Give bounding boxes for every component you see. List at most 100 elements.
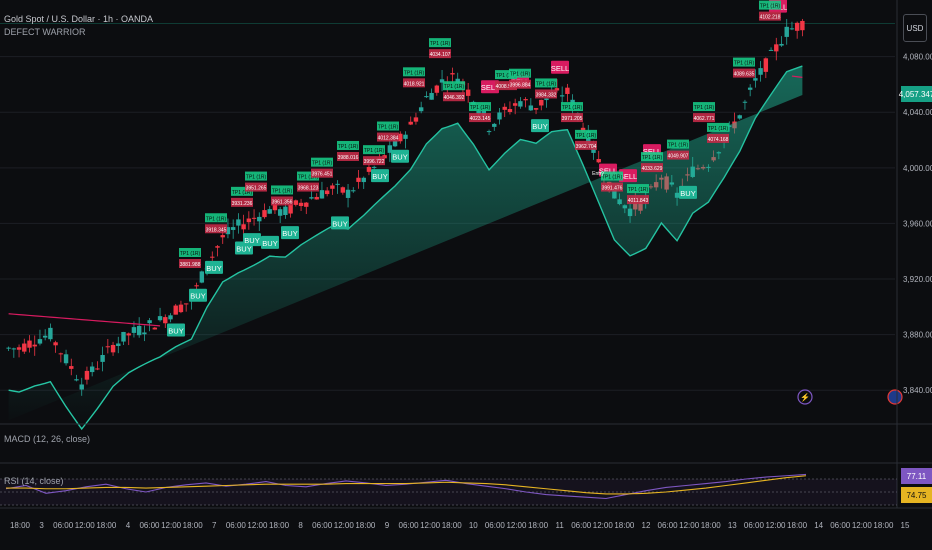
candle-body (89, 366, 95, 373)
y-tick-label: 3,920.000 (903, 275, 932, 284)
candle-body (753, 78, 758, 81)
candle-body (544, 98, 549, 101)
x-tick-label: 06:00 (312, 521, 333, 530)
tp-label: TP1 (1R) (734, 61, 755, 67)
candle-body (324, 190, 330, 195)
candle-body (6, 347, 11, 349)
resistance-line (8, 313, 161, 327)
candle-body (110, 344, 116, 353)
candle-body (74, 379, 79, 381)
candle-body (16, 347, 22, 350)
entry-price: 3996.884 (510, 83, 531, 89)
signal-label: BUY (206, 264, 221, 273)
entry-price: 3991.476 (602, 186, 623, 192)
entry-price: 4011.843 (628, 198, 649, 204)
candle-body (277, 209, 283, 216)
x-tick-label: 13 (728, 521, 737, 530)
entry-price: 4074.168 (708, 137, 729, 143)
x-tick-label: 06:00 (744, 521, 765, 530)
entry-price: 3984.332 (536, 92, 557, 98)
candle-body (565, 87, 570, 94)
chart-canvas[interactable]: 4,080.000 4,040.000 4,000.000 3,960.000 3,92… (0, 0, 932, 550)
currency-button[interactable]: USD (903, 14, 927, 42)
candle-body (298, 202, 304, 207)
candle-body (183, 303, 189, 305)
candle-body (465, 89, 471, 96)
candle-body (361, 177, 366, 183)
tp-label: TP1 (1R) (562, 105, 583, 111)
x-tick-label: 12 (642, 521, 651, 530)
signal-label: BUY (190, 292, 205, 301)
candle-body (747, 87, 753, 90)
candle-body (492, 123, 497, 127)
x-tick-label: 18:00 (528, 521, 549, 530)
candle-body (69, 366, 74, 369)
candle-body (147, 320, 152, 324)
x-tick-label: 12:00 (161, 521, 182, 530)
entry-price: 3962.704 (576, 144, 597, 150)
candle-body (199, 271, 205, 283)
candle-body (345, 189, 351, 198)
tp-label: TP1 (1R) (404, 70, 425, 76)
x-tick-label: 12:00 (420, 521, 441, 530)
entry-price: 3976.451 (312, 172, 333, 178)
x-tick-label: 06:00 (830, 521, 851, 530)
rsi-value-tag: 77.11 (901, 468, 932, 484)
entry-price: 3881.988 (180, 262, 201, 268)
x-tick-label: 12:00 (679, 521, 700, 530)
candle-body (63, 354, 69, 364)
candle-body (539, 99, 544, 106)
tp-label: TP1 (1R) (708, 126, 729, 132)
candle-body (309, 197, 314, 199)
x-tick-label: 12:00 (334, 521, 355, 530)
candle-body (486, 131, 492, 133)
x-tick-label: 15 (901, 521, 910, 530)
candle-body (11, 348, 17, 350)
entry-price: 4049.907 (668, 154, 689, 160)
x-tick-label: 4 (126, 521, 131, 530)
tp-label: TP1 (1R) (668, 143, 689, 149)
candle-body (194, 285, 199, 287)
candle-body (319, 190, 325, 199)
entry-price: 4102.218 (760, 15, 781, 21)
candle-body (528, 105, 534, 111)
candle-body (800, 20, 805, 31)
candle-body (758, 68, 763, 75)
x-tick-label: 12:00 (765, 521, 786, 530)
x-tick-label: 18:00 (873, 521, 894, 530)
entry-label: Entry (592, 171, 604, 177)
signal-label: BUY (282, 229, 297, 238)
x-tick-label: 18:00 (355, 521, 376, 530)
candle-body (408, 121, 413, 125)
entry-price: 3961.356 (272, 199, 293, 205)
candle-body (784, 26, 789, 37)
candle-body (434, 85, 440, 93)
y-tick-label: 4,000.000 (903, 164, 932, 173)
candle-body (79, 384, 84, 390)
tp-label: TP1 (1R) (536, 81, 557, 87)
candle-body (42, 335, 48, 338)
tp-label: TP1 (1R) (364, 148, 385, 154)
entry-price: 3931.236 (232, 201, 253, 207)
candle-body (502, 106, 507, 110)
x-tick-label: 06:00 (226, 521, 247, 530)
tp-label: TP1 (1R) (378, 125, 399, 131)
tp-label: TP1 (1R) (206, 216, 227, 222)
candle-body (356, 177, 361, 182)
x-tick-label: 12:00 (593, 521, 614, 530)
candle-body (768, 49, 774, 51)
candle-body (418, 107, 424, 112)
entry-price: 4089.635 (734, 72, 755, 78)
candle-body (340, 187, 346, 193)
x-tick-label: 06:00 (485, 521, 506, 530)
tp-label: TP1 (1R) (430, 41, 451, 47)
entry-price: 3918.345 (206, 227, 227, 233)
entry-price: 3988.016 (338, 155, 359, 161)
x-tick-label: 7 (212, 521, 217, 530)
candle-body (246, 218, 252, 223)
candle-body (236, 219, 241, 226)
y-tick-label: 4,040.000 (903, 108, 932, 117)
entry-price: 4018.921 (404, 81, 425, 87)
candle-body (267, 209, 272, 214)
candle-body (523, 99, 528, 101)
